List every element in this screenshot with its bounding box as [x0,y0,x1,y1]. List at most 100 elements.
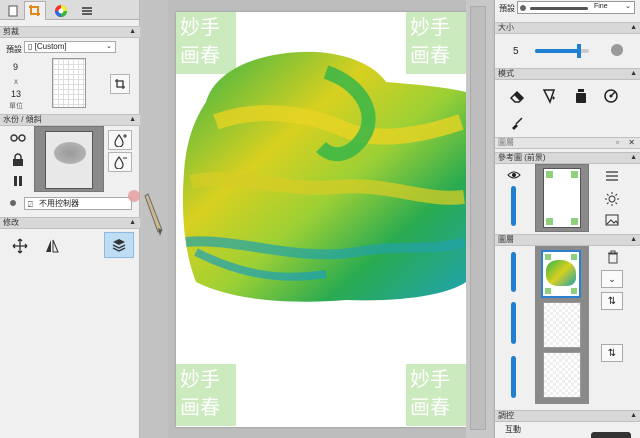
layer-thumb-corner [545,254,551,260]
brush-stroke-preview [530,7,588,10]
reference-section-header[interactable]: 參考圖 (前景) ▲ [495,152,640,164]
color-wheel-icon [55,4,67,17]
swap-vertical-icon: ⇅ [607,295,617,307]
mode-section-title: 模式 [498,69,514,78]
reference-opacity-slider[interactable] [511,186,516,226]
controller-select-value: 不用控制器 [39,199,79,208]
reference-corner [546,218,553,225]
layer-1-opacity-slider[interactable] [511,252,516,292]
layer-2-opacity-slider[interactable] [511,302,516,344]
layer-thumb-paint [546,260,576,286]
light-icon[interactable] [605,192,619,208]
unit-label: 單位 [9,103,23,110]
water-add-button[interactable] [108,130,132,150]
move-icon[interactable] [10,236,30,256]
layer-thumb-2[interactable] [543,302,581,348]
water-brush-icon[interactable] [539,86,559,106]
watermark-section-header[interactable]: 水份 / 傾斜 ▲ [0,114,140,126]
canvas-area[interactable]: 妙手 画春 妙手 画春 妙手 画春 妙手 画春 [168,0,492,438]
swap-layers-button-1[interactable]: ⇅ [601,292,623,310]
size-slider-thumb[interactable] [577,44,582,58]
brush-name: Fine [594,3,608,10]
radio-dot-icon[interactable] [10,200,16,206]
left-tab-bar [0,0,139,20]
layers-merge-button[interactable] [104,232,134,258]
canvas-page[interactable]: 妙手 画春 妙手 画春 妙手 画春 妙手 画春 [176,12,468,427]
blend-section-header[interactable]: 調控 ▲ [495,410,640,422]
swap-layers-button-2[interactable]: ⇅ [601,344,623,362]
collapse-icon: ▲ [129,219,136,226]
page-icon [8,5,18,16]
menu-icon [82,6,92,15]
radio-dot-icon [520,5,526,11]
size-value[interactable]: 5 [513,46,519,57]
reference-preview[interactable] [535,164,589,232]
layer-dropdown-button[interactable]: ⌄ [601,270,623,288]
blend-bottle-icon[interactable] [571,86,591,106]
reference-preview-page [543,168,581,228]
collapse-icon: ▲ [630,70,637,77]
image-icon[interactable] [605,214,619,228]
dry-dial-icon[interactable] [601,86,621,106]
crop-width[interactable]: 9 [13,62,18,72]
size-section-header[interactable]: 大小 ▲ [495,22,640,34]
size-slider-fill [535,49,580,53]
brush-preset-select[interactable]: Fine ⌄ [517,1,635,14]
crop-icon [29,5,40,16]
brush-size-dot [611,44,623,56]
tab-crop[interactable] [24,1,46,20]
layer-thumb-corner [545,288,551,294]
reference-corner [571,218,578,225]
layer-thumb-corner [571,288,577,294]
left-panel: 剪裁 ▲ 預設 ▯ [Custom] ⌄ 9 x 13 單位 水份 / 傾斜 ▲ ⍁… [0,0,140,438]
crop-apply-button[interactable] [110,74,130,94]
pause-icon[interactable] [12,175,24,189]
reference-corner [546,171,553,178]
layer-section-header[interactable]: 圖層 ▲ [495,234,640,246]
scroll-track[interactable] [470,6,486,430]
controller-select[interactable]: ⍁ 不用控制器 [24,197,132,210]
page-small-icon: ▯ [28,42,35,51]
broom-icon[interactable] [507,114,527,134]
layer-3-opacity-slider[interactable] [511,356,516,398]
brush-cursor-icon [144,193,163,236]
modify-section-header[interactable]: 修改 ▲ [0,217,140,229]
water-drop-minus-icon [114,155,127,169]
mode-section-header[interactable]: 模式 ▲ [495,68,640,80]
collapse-icon: ▲ [129,28,136,35]
size-slider[interactable] [535,44,589,58]
brush-preset-label: 預設 [499,4,515,13]
flip-icon[interactable] [42,236,62,256]
blend-section-title: 調控 [498,411,514,420]
layer-section-title: 圖層 [498,235,514,244]
water-remove-button[interactable] [108,152,132,172]
crop-preview[interactable] [52,58,86,108]
close-icon[interactable]: ✕ [628,138,635,148]
tilt-preview[interactable] [34,126,104,192]
crop-icon [115,79,125,89]
layers-window-header[interactable]: 圖層 ▫ ✕ [495,137,640,149]
preset-label: 預設 [6,45,22,54]
lock-icon[interactable] [12,153,24,169]
swap-vertical-icon: ⇅ [607,347,617,359]
reference-section-title: 參考圖 (前景) [498,153,546,162]
tab-page[interactable] [2,1,24,20]
crop-section-header[interactable]: 剪裁 ▲ [0,26,140,38]
eraser-icon[interactable] [507,86,527,106]
trash-icon[interactable] [607,250,619,266]
blend-control-bar[interactable] [591,432,631,438]
tab-color[interactable] [50,1,72,20]
reference-visibility-eye-icon[interactable] [507,170,521,182]
preset-select[interactable]: ▯ [Custom] ⌄ [24,41,116,53]
restore-window-icon[interactable]: ▫ [616,138,619,148]
glasses-icon[interactable] [10,131,26,145]
collapse-icon: ▲ [630,154,637,161]
crop-height[interactable]: 13 [11,89,21,99]
collapse-icon: ▲ [630,412,637,419]
grid-icon[interactable] [605,170,619,184]
canvas-scrollbar[interactable] [466,0,492,438]
preset-select-value: [Custom] [34,42,67,51]
layer-thumb-3[interactable] [543,352,581,398]
layer-thumb-1[interactable] [541,250,581,298]
tab-menu[interactable] [76,1,98,20]
